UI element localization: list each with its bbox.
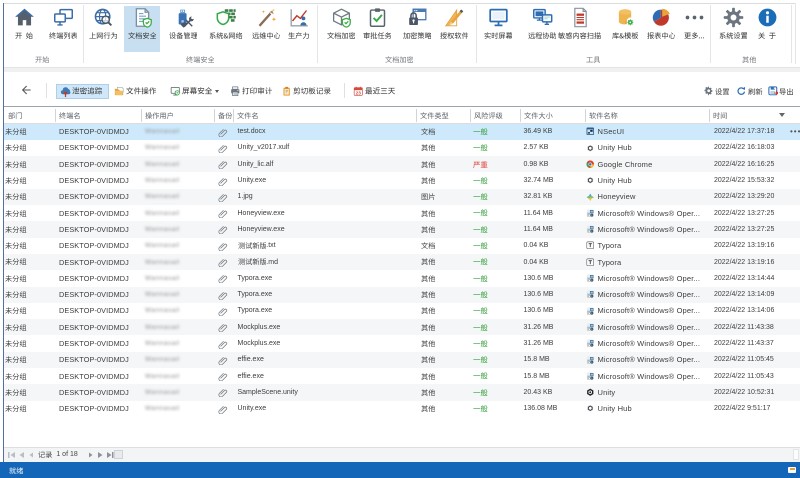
- svg-text:23: 23: [356, 90, 362, 95]
